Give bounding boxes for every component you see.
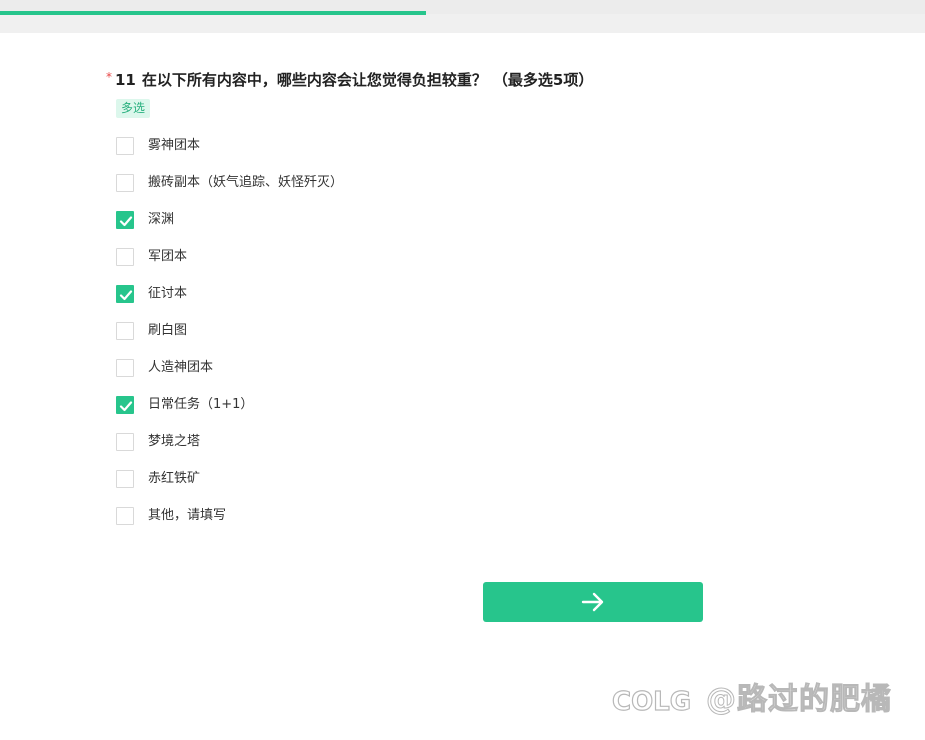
- arrow-right-icon: [581, 592, 604, 612]
- checkbox-option[interactable]: 军团本: [116, 238, 716, 275]
- checkbox-option[interactable]: 搬砖副本（妖气追踪、妖怪歼灭）: [116, 164, 716, 201]
- option-label: 其他，请填写: [148, 507, 227, 523]
- option-label: 搬砖副本（妖气追踪、妖怪歼灭）: [148, 174, 344, 190]
- colg-logo-text: COLG: [612, 687, 691, 717]
- option-label: 人造神团本: [148, 359, 214, 375]
- checkbox[interactable]: [116, 247, 134, 266]
- checkbox[interactable]: [116, 173, 134, 192]
- checkbox[interactable]: [116, 284, 134, 303]
- option-label: 刷白图: [148, 322, 188, 338]
- checkbox-option[interactable]: 深渊: [116, 201, 716, 238]
- check-icon: [119, 289, 133, 300]
- option-label: 深渊: [148, 211, 175, 227]
- checkbox-option[interactable]: 梦境之塔: [116, 423, 716, 460]
- checkbox[interactable]: [116, 321, 134, 340]
- checkbox-option[interactable]: 人造神团本: [116, 349, 716, 386]
- question-type-badge: 多选: [116, 99, 151, 118]
- check-icon: [119, 215, 133, 226]
- question-limit-note: （最多选5项）: [492, 71, 594, 89]
- check-icon: [119, 400, 133, 411]
- question-header: * 11 在以下所有内容中，哪些内容会让您觉得负担较重？ （最多选5项）: [106, 70, 593, 90]
- required-mark: *: [106, 70, 112, 84]
- checkbox[interactable]: [116, 358, 134, 377]
- checkbox[interactable]: [116, 210, 134, 229]
- watermark: COLG @路过的肥橘: [610, 678, 910, 722]
- option-label: 梦境之塔: [148, 433, 201, 449]
- checkbox[interactable]: [116, 395, 134, 414]
- question-number: 11: [115, 71, 136, 89]
- survey-card: * 11 在以下所有内容中，哪些内容会让您觉得负担较重？ （最多选5项） 多选 …: [0, 33, 925, 740]
- checkbox-option[interactable]: 其他，请填写: [116, 497, 716, 534]
- checkbox-option[interactable]: 征讨本: [116, 275, 716, 312]
- checkbox[interactable]: [116, 136, 134, 155]
- watermark-text: @路过的肥橘: [706, 682, 892, 718]
- checkbox-option[interactable]: 赤红铁矿: [116, 460, 716, 497]
- progress-bar-fill: [0, 11, 426, 15]
- option-label: 日常任务（1+1）: [148, 396, 254, 412]
- question-title: 在以下所有内容中，哪些内容会让您觉得负担较重？: [141, 71, 487, 89]
- checkbox[interactable]: [116, 432, 134, 451]
- checkbox-option[interactable]: 日常任务（1+1）: [116, 386, 716, 423]
- next-button[interactable]: [483, 582, 703, 622]
- checkbox[interactable]: [116, 469, 134, 488]
- progress-track: [0, 0, 925, 15]
- option-list: 雾神团本 搬砖副本（妖气追踪、妖怪歼灭） 深渊 军团本 征讨本 刷白图 人造神团…: [116, 127, 716, 534]
- option-label: 征讨本: [148, 285, 188, 301]
- checkbox-option[interactable]: 刷白图: [116, 312, 716, 349]
- option-label: 赤红铁矿: [148, 470, 201, 486]
- option-label: 军团本: [148, 248, 188, 264]
- colg-logo: COLG: [611, 686, 691, 717]
- option-label: 雾神团本: [148, 137, 201, 153]
- checkbox[interactable]: [116, 506, 134, 525]
- checkbox-option[interactable]: 雾神团本: [116, 127, 716, 164]
